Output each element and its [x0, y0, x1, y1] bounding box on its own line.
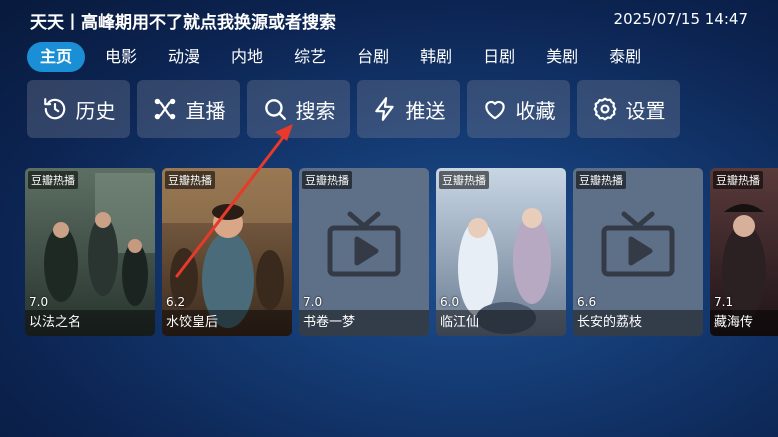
category-tabs: 主页 电影 动漫 内地 综艺 台剧 韩剧 日剧 美剧 泰剧: [27, 42, 661, 72]
search-icon: [264, 99, 286, 120]
movie-title: 水饺皇后: [162, 310, 292, 336]
tab-variety[interactable]: 综艺: [283, 42, 337, 72]
history-button[interactable]: 历史: [27, 80, 130, 138]
clock: 2025/07/15 14:47: [613, 10, 748, 28]
movie-card[interactable]: 豆瓣热播 6.6 长安的荔枝: [573, 168, 703, 336]
search-label: 搜索: [295, 98, 336, 123]
push-label: 推送: [405, 98, 446, 123]
header: 天天丨高峰期用不了就点我换源或者搜索 2025/07/15 14:47: [0, 0, 778, 38]
rating: 7.0: [303, 295, 323, 309]
movie-title: 长安的荔枝: [573, 310, 703, 336]
live-icon: [154, 98, 175, 120]
source-badge: 豆瓣热播: [28, 171, 78, 189]
movie-card[interactable]: 豆瓣热播 6.0 临江仙: [436, 168, 566, 336]
movie-card[interactable]: 豆瓣热播 7.1 藏海传: [710, 168, 778, 336]
history-label: 历史: [75, 98, 116, 123]
tab-taiwan-drama[interactable]: 台剧: [346, 42, 400, 72]
history-icon: [43, 98, 65, 120]
movie-title: 临江仙: [436, 310, 566, 336]
movie-card[interactable]: 豆瓣热播 7.0 以法之名: [25, 168, 155, 336]
gear-icon: [593, 97, 616, 121]
favorites-label: 收藏: [515, 98, 556, 123]
rating: 6.6: [577, 295, 597, 309]
settings-label: 设置: [625, 98, 666, 123]
tab-mainland[interactable]: 内地: [220, 42, 274, 72]
rating: 7.1: [714, 295, 734, 309]
tab-japanese-drama[interactable]: 日剧: [472, 42, 526, 72]
tab-home[interactable]: 主页: [27, 42, 86, 72]
live-button[interactable]: 直播: [137, 80, 240, 138]
search-button[interactable]: 搜索: [247, 80, 350, 138]
movie-card[interactable]: 豆瓣热播 7.0 书卷一梦: [299, 168, 429, 336]
source-badge: 豆瓣热播: [713, 171, 763, 189]
rating: 6.0: [440, 295, 460, 309]
tv-placeholder-icon: [327, 211, 401, 277]
rating: 7.0: [29, 295, 49, 309]
favorites-button[interactable]: 收藏: [467, 80, 570, 138]
movie-card[interactable]: 豆瓣热播 6.2 水饺皇后: [162, 168, 292, 336]
movie-title: 书卷一梦: [299, 310, 429, 336]
movie-title: 藏海传: [710, 310, 778, 336]
tv-placeholder-icon: [601, 211, 675, 277]
source-badge: 豆瓣热播: [439, 171, 489, 189]
tab-anime[interactable]: 动漫: [157, 42, 211, 72]
lightning-icon: [374, 97, 394, 121]
push-button[interactable]: 推送: [357, 80, 460, 138]
rating: 6.2: [166, 295, 186, 309]
tab-thai-drama[interactable]: 泰剧: [598, 42, 652, 72]
tab-us-drama[interactable]: 美剧: [535, 42, 589, 72]
tab-movies[interactable]: 电影: [94, 42, 148, 72]
source-badge: 豆瓣热播: [576, 171, 626, 189]
app-title[interactable]: 天天丨高峰期用不了就点我换源或者搜索: [30, 8, 336, 33]
live-label: 直播: [185, 98, 226, 123]
action-bar: 历史 直播 搜索 推送 收藏 设置: [27, 80, 687, 138]
tab-korean-drama[interactable]: 韩剧: [409, 42, 463, 72]
source-badge: 豆瓣热播: [302, 171, 352, 189]
heart-icon: [484, 100, 505, 120]
hot-list: 豆瓣热播 7.0 以法之名 豆瓣热播 6.2 水饺皇后 豆瓣热播 7.0 书卷一…: [25, 168, 778, 338]
source-badge: 豆瓣热播: [165, 171, 215, 189]
movie-title: 以法之名: [25, 310, 155, 336]
settings-button[interactable]: 设置: [577, 80, 680, 138]
